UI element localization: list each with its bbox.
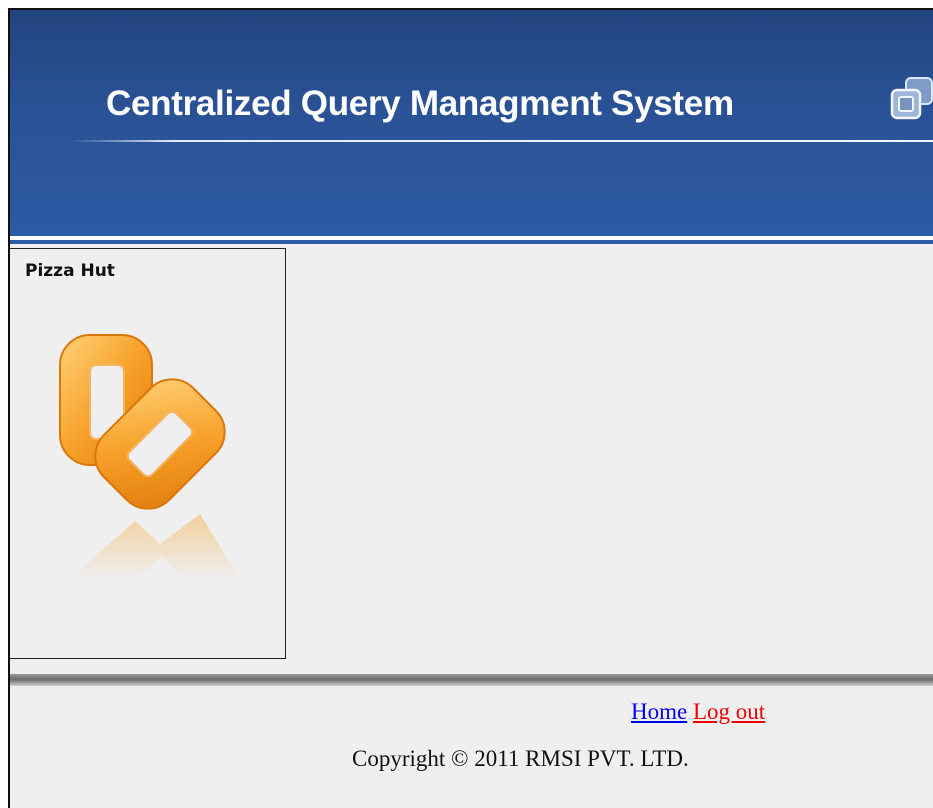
company-panel: Pizza Hut — [10, 248, 286, 659]
footer-links: Home Log out — [631, 699, 765, 725]
app-title: Centralized Query Managment System — [106, 84, 734, 123]
logout-link[interactable]: Log out — [693, 699, 765, 724]
window-restore-icon — [890, 77, 933, 120]
header-banner: Centralized Query Managment System — [10, 10, 933, 236]
copyright-text: Copyright © 2011 RMSI PVT. LTD. — [352, 746, 689, 771]
chain-link-icon — [59, 334, 240, 579]
home-link[interactable]: Home — [631, 699, 687, 724]
company-name: Pizza Hut — [25, 261, 115, 281]
page-frame: Centralized Query Managment System Pizza… — [8, 8, 933, 808]
footer-divider — [10, 674, 933, 686]
header-swoosh — [70, 140, 933, 142]
header-under-bar — [10, 240, 933, 244]
footer: Home Log out Copyright © 2011 RMSI PVT. … — [10, 686, 933, 808]
